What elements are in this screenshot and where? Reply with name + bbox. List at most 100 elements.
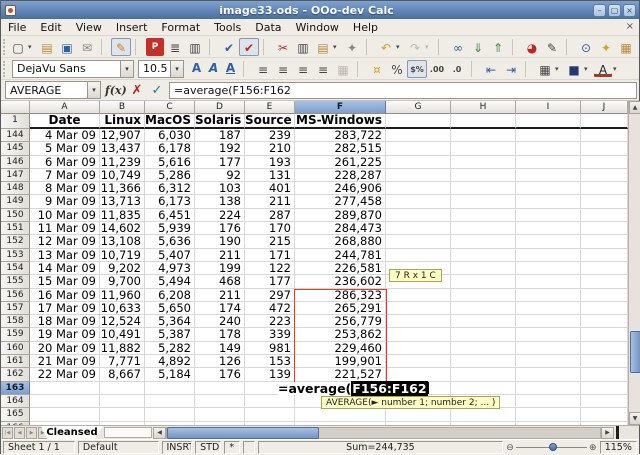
new-document-icon[interactable]: ▢ <box>8 38 28 56</box>
cell[interactable] <box>386 129 451 142</box>
cell[interactable]: 149 <box>195 342 245 355</box>
cancel-icon[interactable]: ✗ <box>129 83 145 98</box>
column-header[interactable]: D <box>195 101 245 114</box>
cell[interactable] <box>386 328 451 341</box>
row-header[interactable]: 150 <box>1 209 30 222</box>
cell[interactable]: 8,667 <box>100 368 145 381</box>
auto-spellcheck-icon[interactable]: ✔ <box>239 38 259 56</box>
previous-sheet-icon[interactable]: ◀ <box>14 427 25 439</box>
cell[interactable]: 284,473 <box>295 222 386 235</box>
cell[interactable] <box>451 328 516 341</box>
menu-item[interactable]: Tools <box>207 20 248 35</box>
name-box[interactable]: AVERAGE ▾ <box>5 81 101 99</box>
row-header-active[interactable]: 163 <box>1 382 30 395</box>
hyperlink-icon[interactable]: ∞ <box>448 38 468 56</box>
cell[interactable] <box>581 289 628 302</box>
name-box-dropdown-icon[interactable]: ▾ <box>87 82 100 98</box>
cell[interactable]: 236,602 <box>295 275 386 288</box>
font-color-icon[interactable]: A <box>593 60 613 78</box>
standard-format-icon[interactable]: $% <box>407 60 427 78</box>
cell[interactable] <box>516 222 581 235</box>
cell[interactable] <box>386 156 451 169</box>
cell[interactable] <box>516 156 581 169</box>
gallery-icon[interactable]: ▦ <box>616 38 636 56</box>
cell[interactable] <box>451 235 516 248</box>
cell[interactable]: 981 <box>245 342 295 355</box>
sort-ascending-icon[interactable]: ⇓ <box>468 38 488 56</box>
cell[interactable]: 339 <box>245 328 295 341</box>
cell[interactable]: 176 <box>195 368 245 381</box>
cell[interactable]: 192 <box>195 142 245 155</box>
cell[interactable]: MS-Windows <box>295 114 386 129</box>
cell[interactable]: 4,973 <box>145 262 195 275</box>
cell[interactable] <box>386 342 451 355</box>
cell[interactable]: 21 Mar 09 <box>30 355 100 368</box>
cell[interactable] <box>581 368 628 381</box>
cell[interactable] <box>516 368 581 381</box>
cell[interactable] <box>451 275 516 288</box>
row-header[interactable]: 146 <box>1 156 30 169</box>
cell[interactable]: 5,939 <box>145 222 195 235</box>
cell[interactable] <box>581 342 628 355</box>
copy-icon[interactable]: ▥ <box>293 38 313 56</box>
cell[interactable]: 10,719 <box>100 249 145 262</box>
cell[interactable]: 5 Mar 09 <box>30 142 100 155</box>
cell[interactable]: Solaris <box>195 114 245 129</box>
cell[interactable]: 6 Mar 09 <box>30 156 100 169</box>
cell[interactable]: 14,602 <box>100 222 145 235</box>
align-left-icon[interactable]: ≡ <box>253 60 273 78</box>
row-header[interactable]: 154 <box>1 262 30 275</box>
cell[interactable]: 11,835 <box>100 209 145 222</box>
close-document-icon[interactable]: × <box>626 21 634 32</box>
cell[interactable] <box>451 195 516 208</box>
cell[interactable]: 6,208 <box>145 289 195 302</box>
cell[interactable]: 190 <box>195 235 245 248</box>
cell[interactable]: 9,700 <box>100 275 145 288</box>
cell[interactable]: 468 <box>195 275 245 288</box>
cell[interactable]: 7,771 <box>100 355 145 368</box>
cell[interactable] <box>516 235 581 248</box>
cell[interactable]: 187 <box>195 129 245 142</box>
row-header[interactable]: 156 <box>1 289 30 302</box>
align-center-icon[interactable]: ≡ <box>273 60 293 78</box>
cell[interactable] <box>30 382 100 395</box>
menu-item[interactable]: Format <box>154 20 207 35</box>
cell[interactable] <box>451 368 516 381</box>
cell[interactable] <box>581 156 628 169</box>
menu-item[interactable]: Insert <box>109 20 155 35</box>
cell[interactable]: 12,907 <box>100 129 145 142</box>
cell[interactable]: 211 <box>195 249 245 262</box>
cell[interactable]: 297 <box>245 289 295 302</box>
menu-item[interactable]: Data <box>248 20 288 35</box>
save-icon[interactable]: ▣ <box>57 38 77 56</box>
cell[interactable] <box>451 209 516 222</box>
cell[interactable] <box>386 368 451 381</box>
column-header[interactable]: B <box>100 101 145 114</box>
cell[interactable]: 20 Mar 09 <box>30 342 100 355</box>
cut-icon[interactable]: ✂ <box>273 38 293 56</box>
paste-dropdown-icon[interactable]: ▾ <box>333 38 342 56</box>
cell[interactable]: 6,030 <box>145 129 195 142</box>
cell[interactable] <box>581 195 628 208</box>
scroll-right-icon[interactable]: ▶ <box>601 427 614 439</box>
page-style-indicator[interactable]: Default <box>78 441 159 454</box>
cell[interactable] <box>100 382 145 395</box>
cell[interactable] <box>516 142 581 155</box>
cell[interactable]: 9,202 <box>100 262 145 275</box>
spellcheck-icon[interactable]: ✔ <box>219 38 239 56</box>
cell[interactable] <box>295 408 386 421</box>
cell[interactable] <box>245 408 295 421</box>
new-dropdown-icon[interactable]: ▾ <box>28 38 37 56</box>
data-sources-icon[interactable]: ≡ <box>636 38 640 56</box>
cell[interactable]: 283,722 <box>295 129 386 142</box>
row-header[interactable]: 158 <box>1 315 30 328</box>
cell[interactable] <box>516 315 581 328</box>
cell[interactable]: 6,178 <box>145 142 195 155</box>
cell[interactable] <box>386 302 451 315</box>
bold-icon[interactable]: A <box>188 60 205 78</box>
next-sheet-icon[interactable]: ▶ <box>26 427 37 439</box>
cell[interactable]: 11,366 <box>100 182 145 195</box>
increase-indent-icon[interactable]: ⇥ <box>501 60 521 78</box>
cell[interactable]: 226,581 <box>295 262 386 275</box>
cell[interactable]: 12 Mar 09 <box>30 235 100 248</box>
